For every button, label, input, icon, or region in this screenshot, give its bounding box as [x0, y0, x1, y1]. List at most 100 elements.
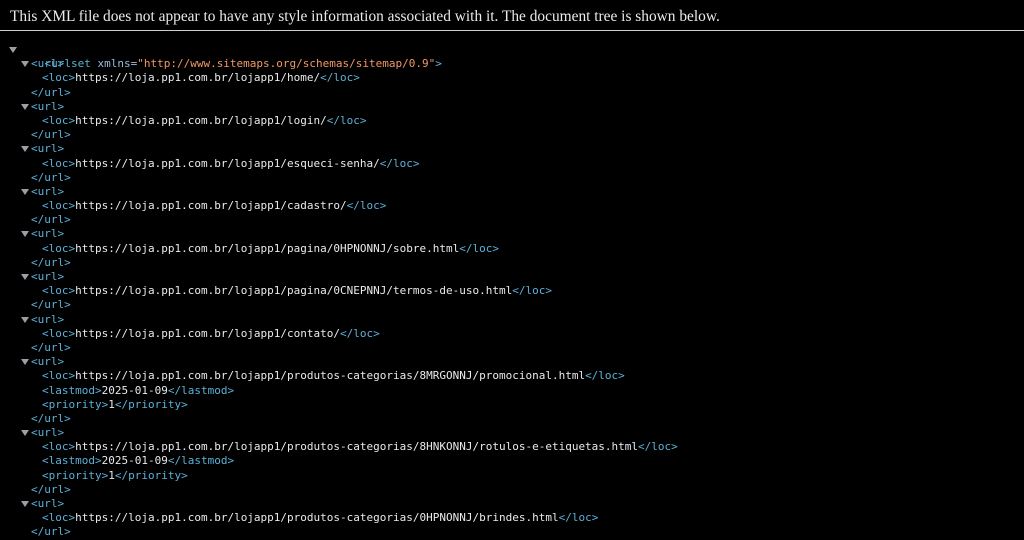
- url-close-tag: </url>: [31, 525, 71, 539]
- priority-value: 1: [108, 397, 115, 411]
- priority-open-tag: <priority>: [42, 468, 109, 482]
- url-close-tag: </url>: [31, 85, 71, 99]
- loc-line: <loc>https://loja.pp1.com.br/lojapp1/hom…: [0, 71, 1024, 85]
- loc-line: <loc>https://loja.pp1.com.br/lojapp1/log…: [0, 114, 1024, 128]
- loc-line: <loc>https://loja.pp1.com.br/lojapp1/pag…: [0, 284, 1024, 298]
- url-close-tag: </url>: [31, 255, 71, 269]
- collapse-toggle-icon[interactable]: [21, 231, 29, 238]
- loc-close-tag: </loc>: [512, 284, 552, 298]
- loc-value: https://loja.pp1.com.br/lojapp1/produtos…: [75, 369, 586, 383]
- priority-open-tag: <priority>: [42, 397, 109, 411]
- lastmod-close-tag: </lastmod>: [167, 454, 235, 468]
- priority-line: <priority>1</priority>: [0, 469, 1024, 483]
- url-close-line: </url>: [0, 412, 1024, 426]
- url-close-tag: </url>: [31, 340, 71, 354]
- url-close-line: </url>: [0, 483, 1024, 497]
- loc-line: <loc>https://loja.pp1.com.br/lojapp1/esq…: [0, 157, 1024, 171]
- url-close-tag: </url>: [31, 411, 71, 425]
- loc-open-tag: <loc>: [42, 369, 76, 383]
- loc-open-tag: <loc>: [42, 241, 76, 255]
- url-close-line: </url>: [0, 128, 1024, 142]
- xml-style-notice: This XML file does not appear to have an…: [10, 8, 720, 25]
- priority-line: <priority>1</priority>: [0, 398, 1024, 412]
- lastmod-line: <lastmod>2025-01-09</lastmod>: [0, 384, 1024, 398]
- url-close-tag: </url>: [31, 170, 71, 184]
- url-open-line: <url>: [0, 100, 1024, 114]
- collapse-toggle-icon[interactable]: [21, 359, 29, 366]
- loc-line: <loc>https://loja.pp1.com.br/lojapp1/pro…: [0, 440, 1024, 454]
- url-open-tag: <url>: [31, 184, 65, 198]
- url-open-line: <url>: [0, 313, 1024, 327]
- url-open-tag: <url>: [31, 270, 65, 283]
- url-close-line: </url>: [0, 298, 1024, 312]
- url-close-line: </url>: [0, 86, 1024, 100]
- collapse-toggle-icon[interactable]: [21, 501, 29, 507]
- priority-value: 1: [108, 468, 115, 482]
- url-close-tag: </url>: [31, 128, 71, 142]
- loc-value: https://loja.pp1.com.br/lojapp1/cadastro…: [75, 199, 347, 213]
- loc-value: https://loja.pp1.com.br/lojapp1/produtos…: [75, 440, 639, 454]
- lastmod-line: <lastmod>2025-01-09</lastmod>: [0, 454, 1024, 468]
- url-open-tag: <url>: [31, 227, 65, 241]
- collapse-toggle-icon[interactable]: [21, 188, 29, 195]
- url-open-line: <url>: [0, 270, 1024, 284]
- url-open-line: <url>: [0, 227, 1024, 241]
- collapse-toggle-icon[interactable]: [21, 146, 29, 153]
- loc-line: <loc>https://loja.pp1.com.br/lojapp1/pro…: [0, 369, 1024, 383]
- loc-line: <loc>https://loja.pp1.com.br/lojapp1/con…: [0, 327, 1024, 341]
- collapse-toggle-icon[interactable]: [21, 316, 29, 323]
- collapse-toggle-icon[interactable]: [21, 61, 29, 68]
- url-open-tag: <url>: [31, 312, 65, 326]
- loc-open-tag: <loc>: [42, 156, 76, 170]
- loc-line: <loc>https://loja.pp1.com.br/lojapp1/pro…: [0, 511, 1024, 525]
- url-open-line: <url>: [0, 426, 1024, 440]
- priority-close-tag: </priority>: [114, 397, 188, 411]
- loc-value: https://loja.pp1.com.br/lojapp1/login/: [75, 113, 327, 127]
- url-close-line: </url>: [0, 213, 1024, 227]
- loc-close-tag: </loc>: [326, 113, 367, 127]
- loc-open-tag: <loc>: [42, 199, 76, 213]
- loc-open-tag: <loc>: [42, 326, 76, 340]
- url-open-tag: <url>: [31, 426, 65, 440]
- loc-open-tag: <loc>: [42, 284, 76, 298]
- collapse-toggle-icon[interactable]: [21, 103, 29, 110]
- xml-style-notice-bar: This XML file does not appear to have an…: [0, 0, 1024, 31]
- url-open-tag: <url>: [31, 142, 65, 156]
- loc-value: https://loja.pp1.com.br/lojapp1/contato/: [75, 326, 341, 340]
- loc-open-tag: <loc>: [42, 113, 76, 127]
- priority-close-tag: </priority>: [114, 468, 188, 482]
- url-open-tag: <url>: [31, 497, 65, 510]
- lastmod-open-tag: <lastmod>: [42, 454, 102, 468]
- loc-value: https://loja.pp1.com.br/lojapp1/home/: [75, 71, 321, 85]
- lastmod-close-tag: </lastmod>: [167, 383, 235, 397]
- loc-value: https://loja.pp1.com.br/lojapp1/produtos…: [75, 511, 559, 525]
- urlset-open-line: <urlset xmlns="http://www.sitemaps.org/s…: [0, 43, 1024, 70]
- collapse-toggle-icon[interactable]: [9, 47, 17, 53]
- loc-close-tag: </loc>: [340, 326, 380, 340]
- xml-document-tree: <urlset xmlns="http://www.sitemaps.org/s…: [0, 43, 1024, 540]
- url-open-line: <url>: [0, 57, 1024, 71]
- lastmod-value: 2025-01-09: [101, 454, 168, 468]
- loc-open-tag: <loc>: [42, 440, 76, 454]
- url-open-line: <url>: [0, 497, 1024, 511]
- loc-close-tag: </loc>: [379, 156, 420, 170]
- url-close-tag: </url>: [31, 213, 71, 227]
- loc-line: <loc>https://loja.pp1.com.br/lojapp1/cad…: [0, 199, 1024, 213]
- url-open-tag: <url>: [31, 57, 65, 71]
- loc-value: https://loja.pp1.com.br/lojapp1/pagina/0…: [75, 241, 460, 255]
- loc-value: https://loja.pp1.com.br/lojapp1/pagina/0…: [75, 284, 513, 298]
- url-open-tag: <url>: [31, 355, 65, 369]
- loc-value: https://loja.pp1.com.br/lojapp1/esqueci-…: [75, 156, 380, 170]
- loc-close-tag: </loc>: [638, 440, 678, 454]
- loc-close-tag: </loc>: [585, 369, 625, 383]
- url-close-line: </url>: [0, 256, 1024, 270]
- lastmod-open-tag: <lastmod>: [42, 383, 102, 397]
- loc-close-tag: </loc>: [558, 511, 599, 525]
- url-close-line: </url>: [0, 341, 1024, 355]
- collapse-toggle-icon[interactable]: [21, 430, 29, 437]
- loc-close-tag: </loc>: [346, 199, 387, 213]
- collapse-toggle-icon[interactable]: [21, 274, 29, 280]
- loc-close-tag: </loc>: [459, 241, 499, 255]
- url-open-line: <url>: [0, 355, 1024, 369]
- loc-open-tag: <loc>: [42, 511, 76, 525]
